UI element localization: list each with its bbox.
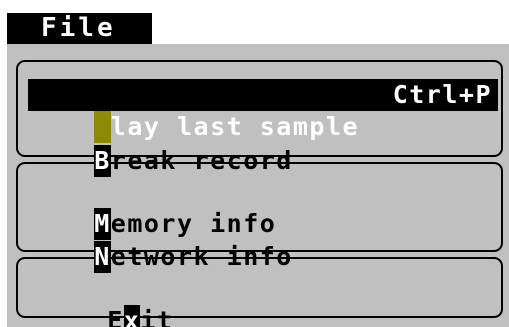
menu-item-label: Break record xyxy=(94,145,293,177)
hotkey-letter: B xyxy=(94,145,111,177)
menu-item-label-rest: reak record xyxy=(110,146,293,175)
menu-item-label-rest: it xyxy=(140,306,174,327)
menu-item-label-prefix: E xyxy=(107,306,124,327)
menu-item-memory-info[interactable]: Memory info xyxy=(28,176,276,240)
menu-item-network-info[interactable]: Network info xyxy=(28,209,293,273)
menu-item-play-last-sample[interactable]: Play last sample Ctrl+P xyxy=(28,79,498,143)
hotkey-letter: N xyxy=(94,241,111,273)
file-menu-title[interactable]: File xyxy=(7,13,152,44)
menu-item-label-rest: etwork info xyxy=(110,242,293,271)
screen: File Play last sample Ctrl+P Break recor… xyxy=(0,0,509,327)
menu-item-break-record[interactable]: Break record xyxy=(28,113,293,177)
menu-item-label: Network info xyxy=(94,241,293,273)
menu-item-label: Exit xyxy=(107,305,173,327)
menu-item-shortcut: Ctrl+P xyxy=(392,80,492,109)
menu-item-exit[interactable]: Exit xyxy=(41,273,173,327)
hotkey-letter: x xyxy=(123,305,141,327)
